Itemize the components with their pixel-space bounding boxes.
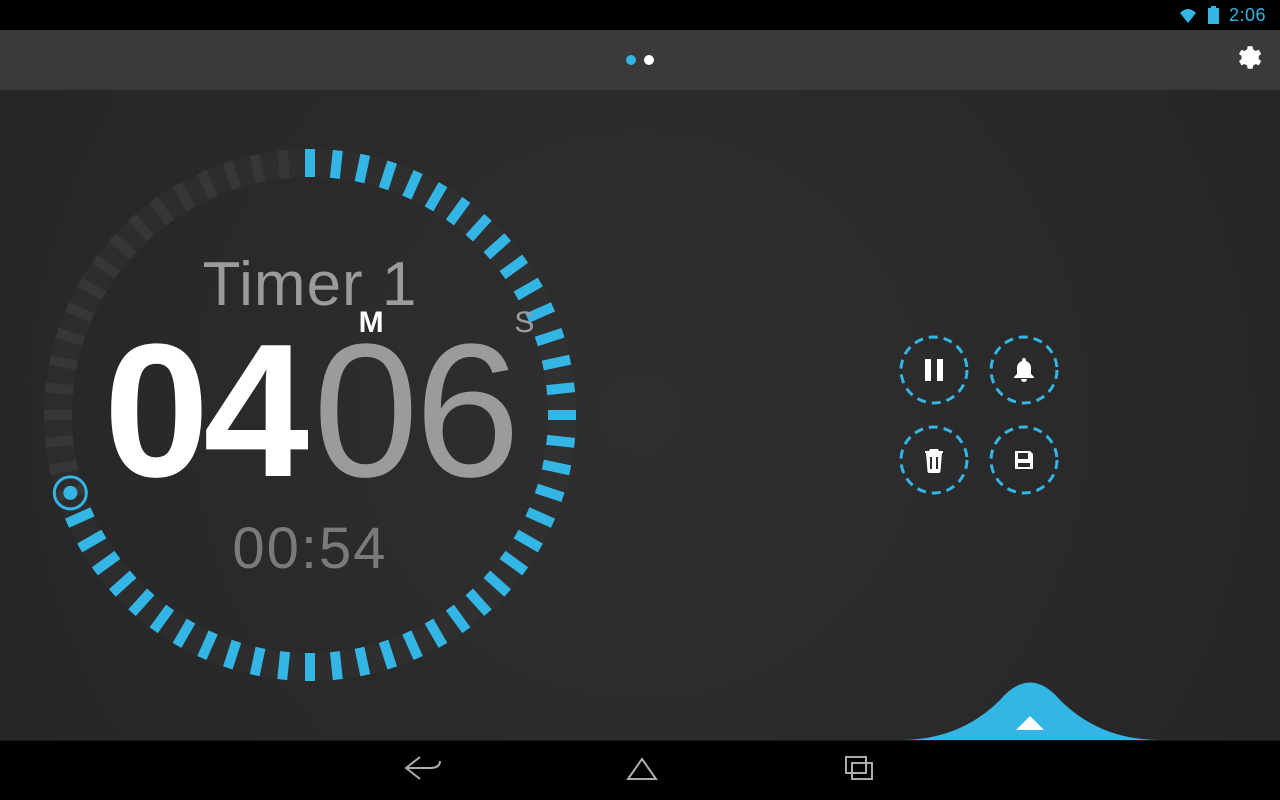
trash-icon (923, 447, 945, 473)
save-button[interactable] (988, 424, 1060, 496)
back-button[interactable] (402, 753, 442, 788)
page-dot-inactive (644, 55, 654, 65)
alarm-button[interactable] (988, 334, 1060, 406)
save-icon (1012, 448, 1036, 472)
battery-icon (1208, 6, 1219, 24)
pause-icon (923, 357, 945, 383)
app-header (0, 30, 1280, 90)
gear-icon (1232, 43, 1262, 73)
bell-icon (1011, 356, 1037, 384)
recent-apps-button[interactable] (842, 753, 878, 788)
android-status-bar: 2:06 (0, 0, 1280, 30)
action-buttons (898, 334, 1060, 496)
status-bar-time: 2:06 (1229, 5, 1266, 26)
home-icon (622, 753, 662, 783)
back-icon (402, 753, 442, 783)
settings-button[interactable] (1232, 43, 1262, 78)
android-nav-bar (0, 740, 1280, 800)
timer-dial[interactable]: Timer 1 04 M 06 S 00:54 (30, 135, 590, 695)
drawer-handle[interactable] (900, 650, 1160, 740)
chevron-up-icon (1016, 716, 1044, 730)
delete-button[interactable] (898, 424, 970, 496)
page-indicator[interactable] (626, 55, 654, 65)
recent-icon (842, 753, 878, 783)
wifi-icon (1178, 7, 1198, 23)
page-dot-active (626, 55, 636, 65)
main-content: Timer 1 04 M 06 S 00:54 (0, 90, 1280, 740)
pause-button[interactable] (898, 334, 970, 406)
home-button[interactable] (622, 753, 662, 788)
